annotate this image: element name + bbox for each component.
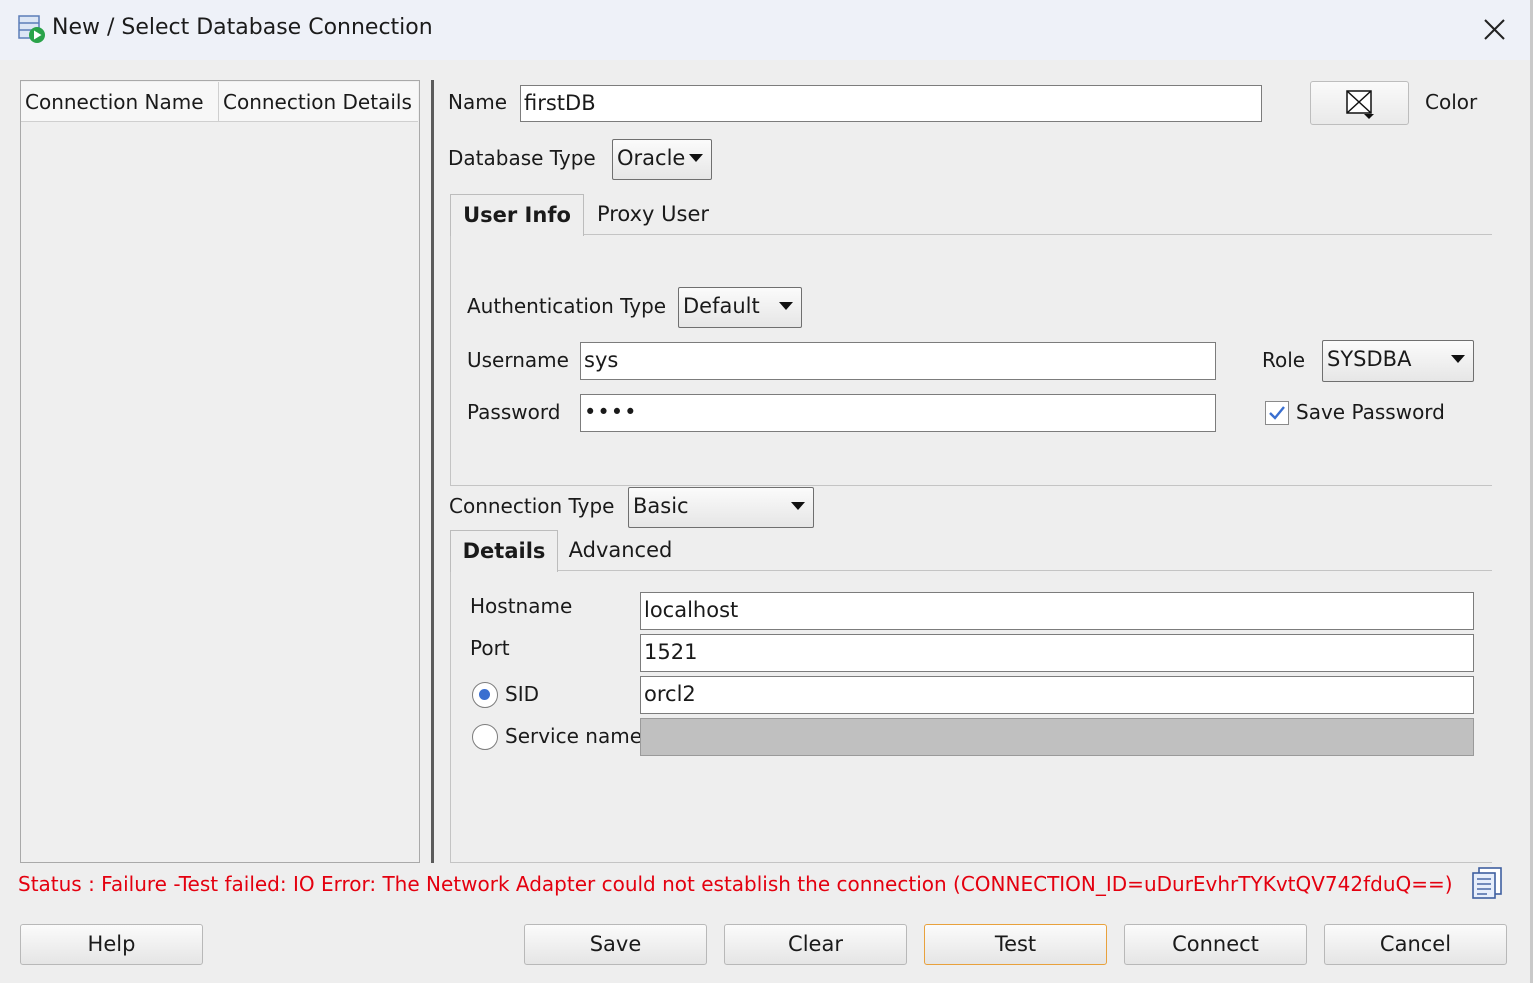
username-label: Username <box>467 348 569 372</box>
sid-radio[interactable] <box>472 682 498 708</box>
sid-label[interactable]: SID <box>505 682 539 706</box>
tab-advanced[interactable]: Advanced <box>563 530 678 570</box>
color-button[interactable] <box>1310 81 1409 125</box>
connect-button[interactable]: Connect <box>1124 924 1307 965</box>
name-field[interactable]: firstDB <box>520 85 1262 122</box>
connections-table[interactable] <box>20 80 420 863</box>
connection-type-dropdown[interactable]: Basic <box>628 487 814 528</box>
authentication-type-value: Default <box>683 294 760 318</box>
name-label: Name <box>448 90 508 114</box>
radio-selected-dot <box>479 689 490 700</box>
color-label: Color <box>1425 90 1478 114</box>
database-connection-icon <box>18 15 45 43</box>
connection-type-label: Connection Type <box>449 494 615 518</box>
port-field[interactable]: 1521 <box>640 634 1474 672</box>
service-name-label[interactable]: Service name <box>505 724 642 748</box>
username-field[interactable]: sys <box>580 342 1216 380</box>
database-type-dropdown[interactable]: Oracle <box>612 139 712 180</box>
window-title: New / Select Database Connection <box>52 15 433 40</box>
password-label: Password <box>467 400 561 424</box>
sid-field[interactable]: orcl2 <box>640 676 1474 714</box>
chevron-down-icon <box>689 154 703 162</box>
help-button[interactable]: Help <box>20 924 203 965</box>
role-label: Role <box>1262 348 1306 372</box>
chevron-down-icon <box>791 502 805 510</box>
tab-proxy-user[interactable]: Proxy User <box>590 194 716 234</box>
test-button[interactable]: Test <box>924 924 1107 965</box>
database-type-value: Oracle <box>617 146 686 170</box>
status-message: Status : Failure -Test failed: IO Error:… <box>18 872 1453 896</box>
database-type-label: Database Type <box>448 146 596 170</box>
column-header-connection-name[interactable]: Connection Name <box>21 82 219 122</box>
authentication-type-label: Authentication Type <box>467 294 667 318</box>
password-field[interactable]: •••• <box>580 394 1216 432</box>
panel-splitter[interactable] <box>431 80 434 863</box>
color-picker-icon <box>1346 90 1374 119</box>
role-value: SYSDBA <box>1327 347 1412 371</box>
hostname-field[interactable]: localhost <box>640 592 1474 630</box>
tab-details[interactable]: Details <box>450 530 558 572</box>
connection-type-value: Basic <box>633 494 689 518</box>
tab-user-info[interactable]: User Info <box>450 194 584 236</box>
authentication-type-dropdown[interactable]: Default <box>678 287 802 328</box>
save-button[interactable]: Save <box>524 924 707 965</box>
hostname-label: Hostname <box>470 594 573 618</box>
chevron-down-icon <box>779 302 793 310</box>
cancel-button[interactable]: Cancel <box>1324 924 1507 965</box>
role-dropdown[interactable]: SYSDBA <box>1322 340 1474 382</box>
service-name-field <box>640 718 1474 756</box>
checkmark-icon <box>1269 406 1285 420</box>
column-header-connection-details[interactable]: Connection Details <box>219 82 418 122</box>
chevron-down-icon <box>1451 355 1465 363</box>
service-name-radio[interactable] <box>472 724 498 750</box>
save-password-checkbox[interactable] <box>1265 401 1289 425</box>
port-label: Port <box>470 636 510 660</box>
close-icon[interactable] <box>1470 10 1518 50</box>
clear-button[interactable]: Clear <box>724 924 907 965</box>
copy-icon[interactable] <box>1470 866 1504 900</box>
save-password-label[interactable]: Save Password <box>1296 400 1445 424</box>
